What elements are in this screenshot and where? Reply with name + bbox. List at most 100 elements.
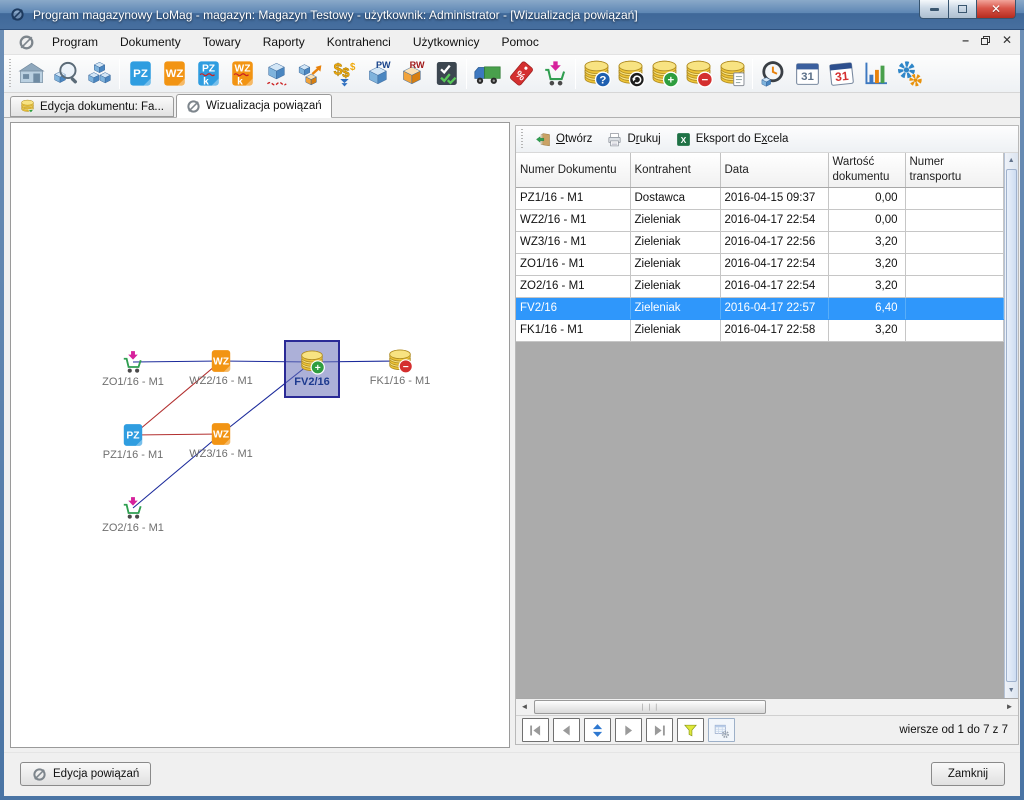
column-header-numer-dokumentu[interactable]: Numer Dokumentu — [516, 153, 630, 187]
cart-icon[interactable] — [538, 57, 572, 91]
diagram-node-zo2[interactable] — [120, 495, 146, 521]
history-clock-icon[interactable] — [756, 57, 790, 91]
tab-edycja-dokumentu-fa[interactable]: Edycja dokumentu: Fa... — [10, 96, 174, 117]
diagram-node-fk1[interactable]: − — [387, 348, 413, 374]
column-header-numer-transportu[interactable]: Numer transportu — [905, 153, 1003, 187]
transfer-icon[interactable] — [293, 57, 327, 91]
coins-invoice-icon[interactable] — [715, 57, 749, 91]
coins-refresh-icon[interactable] — [613, 57, 647, 91]
maximize-button[interactable] — [948, 0, 977, 19]
pager-filter-button[interactable] — [677, 718, 704, 742]
coins-minus-icon[interactable]: − — [681, 57, 715, 91]
cell: 0,00 — [828, 187, 905, 209]
relations-diagram-canvas[interactable]: ZO1/16 - M1WZWZ2/16 - M1+FV2/16−FK1/16 -… — [10, 122, 510, 748]
chart-icon[interactable] — [858, 57, 892, 91]
menu-item-dokumenty[interactable]: Dokumenty — [109, 32, 192, 52]
coins-question-icon[interactable]: ? — [579, 57, 613, 91]
diagram-node-label: WZ3/16 - M1 — [189, 448, 253, 460]
doc-wzk-icon[interactable]: WZk — [225, 57, 259, 91]
scroll-left-icon[interactable]: ◄ — [516, 699, 533, 715]
mdi-close-button[interactable]: ✕ — [1002, 34, 1012, 46]
open-button[interactable]: Otwórz — [529, 128, 598, 151]
pw-box-icon[interactable]: PW — [361, 57, 395, 91]
truck-icon[interactable] — [470, 57, 504, 91]
prices-icon[interactable]: $$$ — [327, 57, 361, 91]
scroll-up-icon[interactable]: ▲ — [1005, 153, 1019, 168]
close-view-button[interactable]: Zamknij — [931, 762, 1005, 786]
table-row[interactable]: PZ1/16 - M1Dostawca2016-04-15 09:370,00 — [516, 187, 1003, 209]
column-header-wartość-dokumentu[interactable]: Wartość dokumentu — [828, 153, 905, 187]
vertical-scrollbar-thumb[interactable] — [1006, 169, 1018, 682]
pager-first-button[interactable] — [522, 718, 549, 742]
menu-item-raporty[interactable]: Raporty — [252, 32, 316, 52]
table-row[interactable]: ZO1/16 - M1Zieleniak2016-04-17 22:543,20 — [516, 253, 1003, 275]
edit-relations-button[interactable]: Edycja powiązań — [20, 762, 151, 786]
tab-wizualizacja-powiązań[interactable]: Wizualizacja powiązań — [176, 94, 332, 118]
horizontal-scrollbar-thumb[interactable]: ❘❘❘ — [534, 700, 766, 714]
table-row[interactable]: ZO2/16 - M1Zieleniak2016-04-17 22:543,20 — [516, 275, 1003, 297]
pager-prev-button[interactable] — [553, 718, 580, 742]
svg-text:$: $ — [342, 65, 350, 80]
excel-button[interactable]: XEksport do Excela — [669, 128, 795, 151]
diagram-node-wz3[interactable]: WZ — [208, 421, 234, 447]
tasks-icon[interactable] — [429, 57, 463, 91]
scroll-down-icon[interactable]: ▼ — [1005, 683, 1019, 698]
cell: Zieleniak — [630, 297, 720, 319]
column-header-kontrahent[interactable]: Kontrahent — [630, 153, 720, 187]
cell: FK1/16 - M1 — [516, 319, 630, 341]
mdi-restore-button[interactable] — [981, 36, 990, 45]
sale-tag-icon[interactable]: % — [504, 57, 538, 91]
tab-label: Wizualizacja powiązań — [206, 100, 322, 112]
diagram-node-fv2[interactable]: + — [299, 349, 325, 375]
minimize-button[interactable] — [919, 0, 949, 19]
rw-box-icon[interactable]: RW — [395, 57, 429, 91]
print-button[interactable]: Drukuj — [600, 128, 666, 151]
close-button[interactable]: ✕ — [976, 0, 1016, 19]
cell: 3,20 — [828, 275, 905, 297]
panel-toolbar: OtwórzDrukujXEksport do Excela — [516, 126, 1018, 153]
table-row[interactable]: FV2/16Zieleniak2016-04-17 22:576,40 — [516, 297, 1003, 319]
pager-status: wiersze od 1 do 7 z 7 — [899, 724, 1012, 736]
table-row[interactable]: FK1/16 - M1Zieleniak2016-04-17 22:583,20 — [516, 319, 1003, 341]
table-row[interactable]: WZ2/16 - M1Zieleniak2016-04-17 22:540,00 — [516, 209, 1003, 231]
doc-pzk-icon[interactable]: PZk — [191, 57, 225, 91]
pager-last-button[interactable] — [646, 718, 673, 742]
calendar-blue-icon[interactable]: 31 — [790, 57, 824, 91]
svg-text:31: 31 — [834, 69, 849, 84]
print-icon — [606, 131, 623, 148]
diagram-node-zo1[interactable] — [120, 349, 146, 375]
inventory-icon[interactable] — [259, 57, 293, 91]
menu-item-pomoc[interactable]: Pomoc — [491, 32, 550, 52]
diagram-node-wz2[interactable]: WZ — [208, 348, 234, 374]
horizontal-scrollbar[interactable]: ◄ ❘❘❘ ► — [516, 699, 1018, 716]
menu-item-towary[interactable]: Towary — [192, 32, 252, 52]
cell — [905, 319, 1003, 341]
pager-sort-button[interactable] — [584, 718, 611, 742]
cell: ZO1/16 - M1 — [516, 253, 630, 275]
doc-pz-icon[interactable]: PZ — [123, 57, 157, 91]
coins-plus-icon[interactable]: + — [647, 57, 681, 91]
scroll-right-icon[interactable]: ► — [1001, 699, 1018, 715]
warehouse-icon[interactable] — [14, 57, 48, 91]
client-area: ProgramDokumentyTowaryRaportyKontrahenci… — [4, 30, 1020, 796]
vertical-scrollbar[interactable]: ▲ ▼ — [1004, 153, 1019, 698]
search-goods-icon[interactable] — [48, 57, 82, 91]
close-view-label: Zamknij — [948, 768, 988, 780]
table-row[interactable]: WZ3/16 - M1Zieleniak2016-04-17 22:563,20 — [516, 231, 1003, 253]
cell — [905, 231, 1003, 253]
diagram-node-label: ZO1/16 - M1 — [102, 376, 164, 388]
settings-gears-icon[interactable] — [892, 57, 926, 91]
coins-tab-icon — [20, 99, 35, 114]
doc-wz-icon[interactable]: WZ — [157, 57, 191, 91]
mdi-minimize-button[interactable]: – — [962, 34, 969, 46]
goods-icon[interactable] — [82, 57, 116, 91]
menu-item-kontrahenci[interactable]: Kontrahenci — [316, 32, 402, 52]
column-header-data[interactable]: Data — [720, 153, 828, 187]
diagram-node-pz1[interactable]: PZ — [120, 422, 146, 448]
pager-bar: wiersze od 1 do 7 z 7 — [516, 716, 1018, 744]
calendar-red-icon[interactable]: 31 — [824, 57, 858, 91]
menu-item-program[interactable]: Program — [41, 32, 109, 52]
pager-grid-settings-button[interactable] — [708, 718, 735, 742]
pager-next-button[interactable] — [615, 718, 642, 742]
menu-item-u-ytkownicy[interactable]: Użytkownicy — [402, 32, 491, 52]
